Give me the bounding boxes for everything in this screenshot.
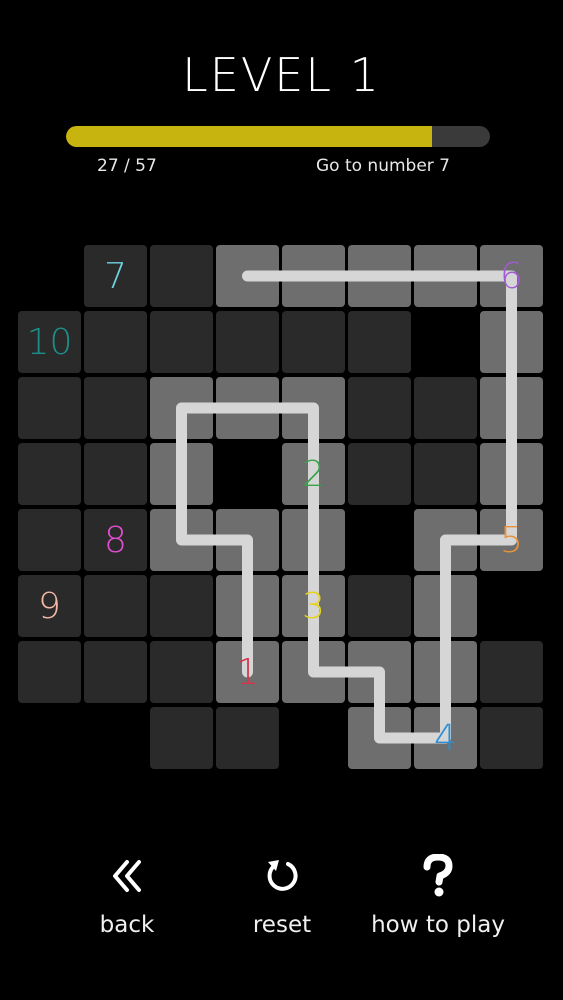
grid-cell[interactable] [348,311,411,373]
grid-cell[interactable] [216,311,279,373]
grid-cell[interactable] [282,311,345,373]
number-9: 9 [38,585,61,627]
grid-cell-visited[interactable] [282,641,345,703]
grid-cell-visited[interactable] [414,641,477,703]
grid-cell-visited[interactable] [414,509,477,571]
double-chevron-left-icon [47,850,207,902]
number-6: 6 [500,255,523,297]
grid-cell-visited[interactable] [150,377,213,439]
number-8: 8 [104,519,127,561]
grid-cell-visited[interactable] [348,641,411,703]
grid-cell-visited[interactable] [348,707,411,769]
grid-cell-visited[interactable] [216,245,279,307]
grid-cell[interactable] [150,641,213,703]
grid-cell[interactable] [18,377,81,439]
grid-cell[interactable] [348,575,411,637]
grid-cell-visited[interactable] [348,245,411,307]
grid-cell[interactable] [150,245,213,307]
number-1: 1 [236,651,259,693]
grid-cell-visited[interactable] [282,509,345,571]
grid-cell[interactable] [18,509,81,571]
grid-cell-visited[interactable] [480,311,543,373]
grid-cell[interactable] [150,575,213,637]
grid-cell-visited[interactable] [282,245,345,307]
grid-cell[interactable] [150,311,213,373]
grid-cell-visited[interactable] [480,443,543,505]
grid-cell[interactable] [84,443,147,505]
grid-cell-visited[interactable] [216,377,279,439]
grid-cell[interactable] [84,641,147,703]
grid-cell-visited[interactable] [414,575,477,637]
number-10: 10 [26,321,73,363]
reset-icon [202,850,362,902]
grid-cell[interactable] [84,311,147,373]
grid-cell-visited[interactable] [414,245,477,307]
grid-cell[interactable] [216,707,279,769]
grid-cell-visited[interactable] [216,575,279,637]
grid-cell-visited[interactable] [150,509,213,571]
grid-cell[interactable] [150,707,213,769]
reset-button[interactable]: reset [202,850,362,938]
grid-cell[interactable] [18,443,81,505]
grid-cell-visited[interactable] [282,377,345,439]
number-5: 5 [500,519,523,561]
grid-cell[interactable] [18,641,81,703]
grid-cell[interactable] [84,575,147,637]
number-4: 4 [434,717,457,759]
grid-cell[interactable] [348,377,411,439]
how-to-play-button[interactable]: how to play [358,850,518,938]
number-7: 7 [104,255,127,297]
back-button[interactable]: back [47,850,207,938]
how-to-play-label: how to play [371,912,505,938]
grid-cell-visited[interactable] [480,377,543,439]
reset-label: reset [252,912,312,938]
grid-cell-visited[interactable] [150,443,213,505]
back-label: back [99,912,155,938]
grid-cell[interactable] [480,707,543,769]
grid-cell[interactable] [348,443,411,505]
grid-cell-visited[interactable] [216,509,279,571]
grid-cell[interactable] [414,377,477,439]
grid-cell[interactable] [84,377,147,439]
question-mark-icon [358,850,518,902]
number-2: 2 [302,453,325,495]
grid-cell[interactable] [414,443,477,505]
number-3: 3 [302,585,325,627]
grid-cell[interactable] [480,641,543,703]
